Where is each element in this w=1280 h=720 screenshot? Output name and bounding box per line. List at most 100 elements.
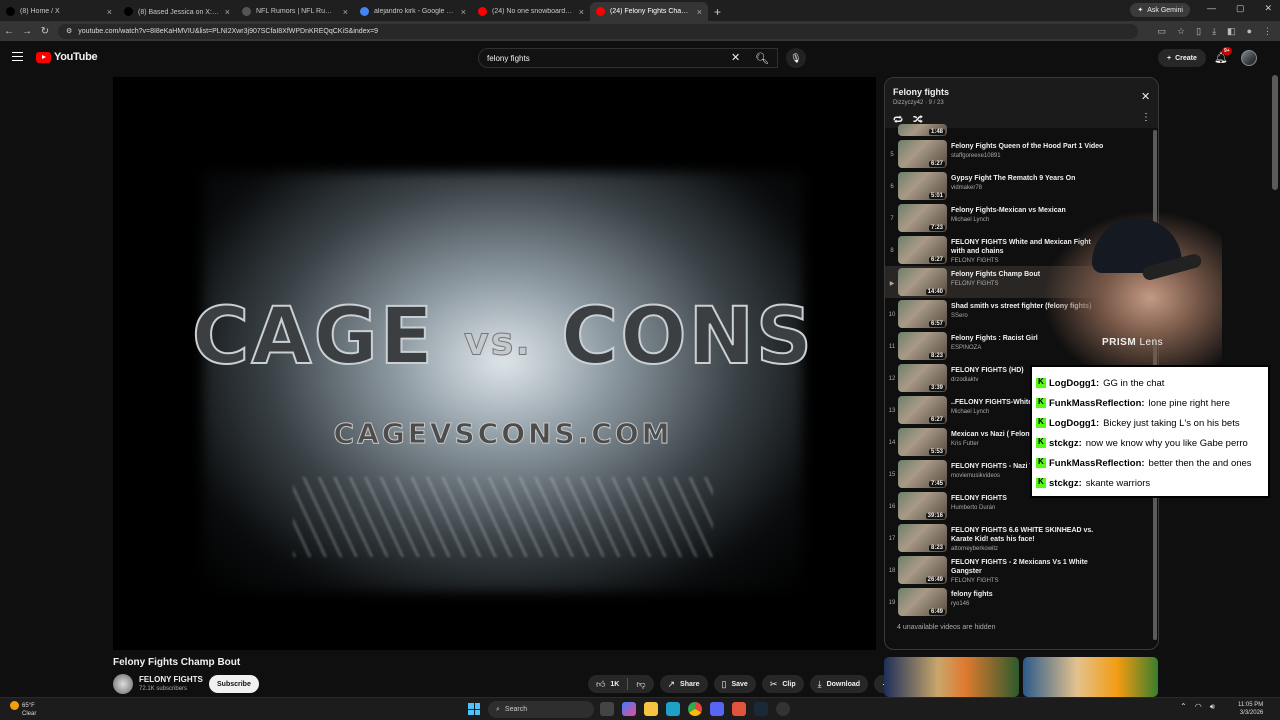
copilot-icon[interactable] — [622, 702, 636, 716]
task-view-icon[interactable] — [600, 702, 614, 716]
cast-icon[interactable]: ▭ — [1158, 26, 1167, 37]
playlist-item[interactable]: 18 26:49 FELONY FIGHTS - 2 Mexicans Vs 1 W… — [885, 554, 1155, 586]
browser-tab[interactable]: (24) Felony Fights Champ Bout× — [590, 2, 708, 21]
playlist-item-thumbnail: 6:27 — [898, 236, 947, 264]
forward-icon[interactable]: → — [18, 26, 36, 37]
chat-username: FunkMassReflection: — [1049, 457, 1145, 469]
site-info-icon[interactable]: ⚙ — [66, 27, 72, 35]
search-button[interactable]: 🔍︎ — [748, 48, 776, 68]
close-tab-icon[interactable]: × — [697, 7, 702, 17]
browser-tab[interactable]: NFL Rumors | NFL Rumors New× — [236, 2, 354, 21]
extensions-icon[interactable]: ◧ — [1227, 26, 1236, 37]
steam-icon[interactable] — [754, 702, 768, 716]
like-button[interactable]: 👍︎ 1K — [588, 675, 627, 693]
page-scrollbar[interactable] — [1272, 75, 1278, 190]
close-tab-icon[interactable]: × — [225, 7, 230, 17]
playlist-item-thumbnail: 6:27 — [898, 140, 947, 168]
obs-icon[interactable] — [776, 702, 790, 716]
playlist-item-index: 8 — [890, 248, 894, 254]
youtube-logo[interactable]: YouTube — [36, 51, 98, 63]
close-tab-icon[interactable]: × — [343, 7, 348, 17]
new-tab-button[interactable]: + — [714, 2, 721, 21]
browser-tab[interactable]: alejandro kirk - Google Search× — [354, 2, 472, 21]
share-button[interactable]: ↗ Share — [659, 675, 708, 693]
duration-badge: 3:39 — [928, 385, 945, 391]
hidden-videos-note: 4 unavailable videos are hidden — [897, 624, 996, 631]
playlist-item-thumbnail: 6:27 — [898, 396, 947, 424]
account-avatar[interactable] — [1241, 50, 1257, 66]
hamburger-menu-icon[interactable] — [12, 52, 23, 61]
weather-widget[interactable]: 65°F Clear — [10, 701, 36, 718]
close-tab-icon[interactable]: × — [579, 7, 584, 17]
recommended-thumbnail[interactable] — [1023, 657, 1158, 697]
profile-icon[interactable]: ● — [1247, 26, 1252, 37]
google-icon — [360, 7, 369, 16]
close-playlist-icon[interactable]: ✕ — [1141, 90, 1150, 103]
video-player[interactable]: CAGE vs. CONS CAGEVSCONS.COM — [113, 77, 876, 650]
microphone-icon: 🎙︎ — [790, 52, 802, 63]
recommended-thumbnail[interactable] — [884, 657, 1019, 697]
weather-sun-icon — [10, 701, 19, 710]
close-window-icon[interactable]: ✕ — [1264, 3, 1272, 14]
download-icon[interactable]: ⤓ — [1212, 26, 1216, 37]
notifications-button[interactable]: 🔔︎ 9+ — [1214, 47, 1232, 64]
dislike-button[interactable]: 👎︎ — [628, 675, 653, 693]
chat-message: FunkMassReflection:lone pine right here — [1036, 393, 1264, 413]
playlist-item[interactable]: 17 8:23 FELONY FIGHTS 6.6 WHITE SKINHEAD v… — [885, 522, 1155, 554]
chat-message: LogDogg1:GG in the chat — [1036, 373, 1264, 393]
tray-chevron-icon[interactable]: ⌃ — [1180, 702, 1187, 712]
create-button[interactable]: + Create — [1158, 49, 1206, 67]
playlist-title[interactable]: Felony fights — [893, 87, 949, 97]
save-button[interactable]: ▯ Save — [713, 675, 756, 693]
playlist-item[interactable]: 1:48 — [885, 124, 1155, 138]
ask-gemini-button[interactable]: ✦ Ask Gemini — [1130, 3, 1190, 17]
file-explorer-icon[interactable] — [644, 702, 658, 716]
url-field[interactable]: ⚙ youtube.com/watch?v=8I8eKaHMVIU&list=P… — [58, 23, 1138, 39]
browser-tab[interactable]: (8) Home / X × — [0, 2, 118, 21]
playlist-more-icon[interactable]: ⋮ — [1141, 112, 1151, 123]
chat-overlay: LogDogg1:GG in the chatFunkMassReflectio… — [1030, 365, 1270, 498]
chrome-icon[interactable] — [688, 702, 702, 716]
playlist-item[interactable]: 6 5:01 Gypsy Fight The Rematch 9 Years On v… — [885, 170, 1155, 202]
voice-search-button[interactable]: 🎙︎ — [786, 48, 806, 68]
close-tab-icon[interactable]: × — [107, 7, 112, 17]
chat-message: stckgz:skante warriors — [1036, 473, 1264, 493]
playlist-item-channel: staffgoreexe10891 — [951, 153, 1001, 159]
menu-icon[interactable]: ⋮ — [1263, 26, 1272, 37]
discord-icon[interactable] — [710, 702, 724, 716]
browser-tab[interactable]: (8) Based Jessica on X: "🚨 Arti× — [118, 2, 236, 21]
bookmark-star-icon[interactable]: ☆ — [1177, 26, 1185, 37]
download-button[interactable]: ⤓ Download — [809, 675, 869, 693]
back-icon[interactable]: ← — [0, 26, 18, 37]
wifi-icon[interactable]: ◠ — [1195, 702, 1202, 712]
playlist-item-index: 14 — [888, 440, 896, 446]
taskbar-search[interactable]: ⌕ Search — [488, 701, 594, 718]
edge-icon[interactable] — [666, 702, 680, 716]
clear-search-icon[interactable]: ✕ — [731, 51, 740, 64]
subscriber-count: 72.1K subscribers — [139, 686, 188, 692]
close-tab-icon[interactable]: × — [461, 7, 466, 17]
clip-button[interactable]: ✂ Clip — [761, 675, 804, 693]
reload-icon[interactable]: ↻ — [36, 26, 54, 37]
subscribe-button[interactable]: Subscribe — [209, 675, 259, 693]
playlist-item[interactable]: 19 6:49 felony fights ryo146 — [885, 586, 1155, 618]
browser-tab[interactable]: (24) No one snowboards like Ze× — [472, 2, 590, 21]
x-logo-icon — [124, 7, 133, 16]
taskbar-clock[interactable]: 11:05 PM 3/3/2026 — [1238, 701, 1263, 717]
youtube-play-icon — [36, 51, 51, 63]
playlist-header: Felony fights Dizzyczy42 · 9 / 23 ✕ 🔁︎ 🔀… — [885, 78, 1158, 128]
playlist-item-channel: ryo146 — [951, 601, 970, 607]
page-icon — [242, 7, 251, 16]
channel-avatar[interactable] — [113, 674, 133, 694]
maximize-icon[interactable]: ▢ — [1236, 3, 1245, 14]
kick-logo-icon — [1036, 437, 1046, 448]
windows-start-icon[interactable] — [468, 703, 480, 715]
playlist-item-index: 15 — [888, 472, 896, 478]
volume-icon[interactable]: 🔊︎ — [1210, 702, 1215, 712]
playlist-item[interactable]: 5 6:27 Felony Fights Queen of the Hood Par… — [885, 138, 1155, 170]
system-tray: ⌃ ◠ 🔊︎ — [1180, 702, 1215, 712]
minimize-icon[interactable]: — — [1207, 3, 1216, 14]
channel-name[interactable]: FELONY FIGHTS — [139, 675, 203, 684]
app-icon[interactable] — [732, 702, 746, 716]
sidebar-icon[interactable]: ▯ — [1196, 26, 1201, 37]
